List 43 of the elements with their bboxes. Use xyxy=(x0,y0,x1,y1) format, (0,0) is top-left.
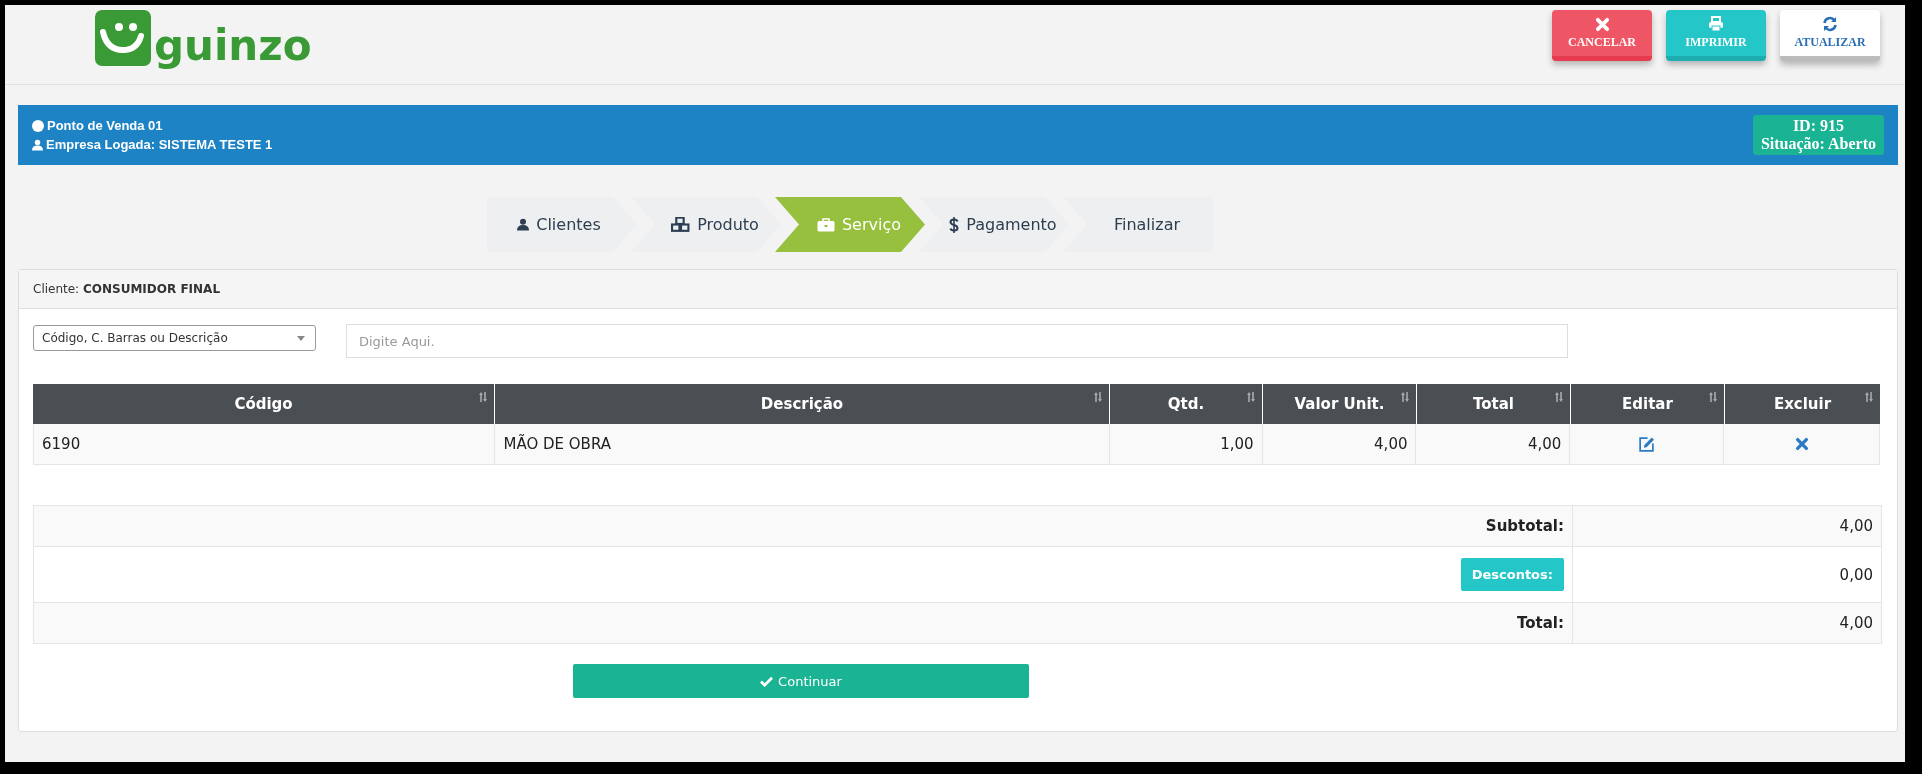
edit-icon[interactable] xyxy=(1638,435,1656,453)
table-cell: 4,00 xyxy=(1416,424,1571,464)
wizard-step-tab[interactable]: Pagamento xyxy=(919,197,1069,252)
table-cell: MÃO DE OBRA xyxy=(495,424,1110,464)
refresh-icon xyxy=(1822,16,1838,32)
cubes-icon xyxy=(671,217,691,232)
sort-icon xyxy=(1093,391,1103,403)
wizard-step-tab[interactable]: Clientes xyxy=(487,197,637,252)
sort-icon xyxy=(1246,391,1256,403)
dollar-icon xyxy=(949,216,960,233)
column-header[interactable]: Excluir xyxy=(1725,384,1880,424)
point-of-sale-text: Ponto de Venda 01 xyxy=(47,118,163,133)
briefcase-icon xyxy=(816,217,835,232)
table-cell: 6190 xyxy=(34,424,496,464)
printer-icon xyxy=(1708,16,1724,32)
checkmark-icon xyxy=(760,675,774,687)
close-icon xyxy=(1594,16,1610,32)
user-icon xyxy=(517,218,530,231)
dropdown-caret-icon xyxy=(297,335,305,341)
circle-icon xyxy=(32,119,44,132)
wizard-step-tab[interactable]: Produto xyxy=(631,197,781,252)
sort-icon xyxy=(478,391,488,403)
refresh-button[interactable]: ATUALIZAR xyxy=(1780,10,1880,61)
delete-icon[interactable] xyxy=(1794,437,1809,451)
company-text: Empresa Logada: SISTEMA TESTE 1 xyxy=(46,137,273,152)
sort-icon xyxy=(1708,391,1718,403)
discount-value: 0,00 xyxy=(1839,565,1873,584)
table-cell: 1,00 xyxy=(1109,424,1263,464)
total-label: Total: xyxy=(1517,614,1564,632)
search-field[interactable]: Digite Aqui. xyxy=(346,324,1568,358)
subtotal-value: 4,00 xyxy=(1839,517,1873,535)
subtotal-label: Subtotal: xyxy=(1485,517,1564,535)
logo-smiley-icon xyxy=(95,10,151,66)
sort-icon xyxy=(1864,391,1874,403)
client-text: Cliente: CONSUMIDOR FINAL xyxy=(33,282,221,296)
search-mode-dropdown[interactable]: Código, C. Barras ou Descrição xyxy=(33,325,316,351)
user-icon xyxy=(32,138,43,151)
sort-icon xyxy=(1400,391,1410,403)
total-value: 4,00 xyxy=(1839,614,1873,632)
wizard-step-tab[interactable]: Finalizar xyxy=(1063,197,1213,252)
order-status-badge: ID: 915 Situação: Aberto xyxy=(1752,115,1884,155)
sort-icon xyxy=(1554,391,1564,403)
table-cell: 4,00 xyxy=(1262,424,1417,464)
